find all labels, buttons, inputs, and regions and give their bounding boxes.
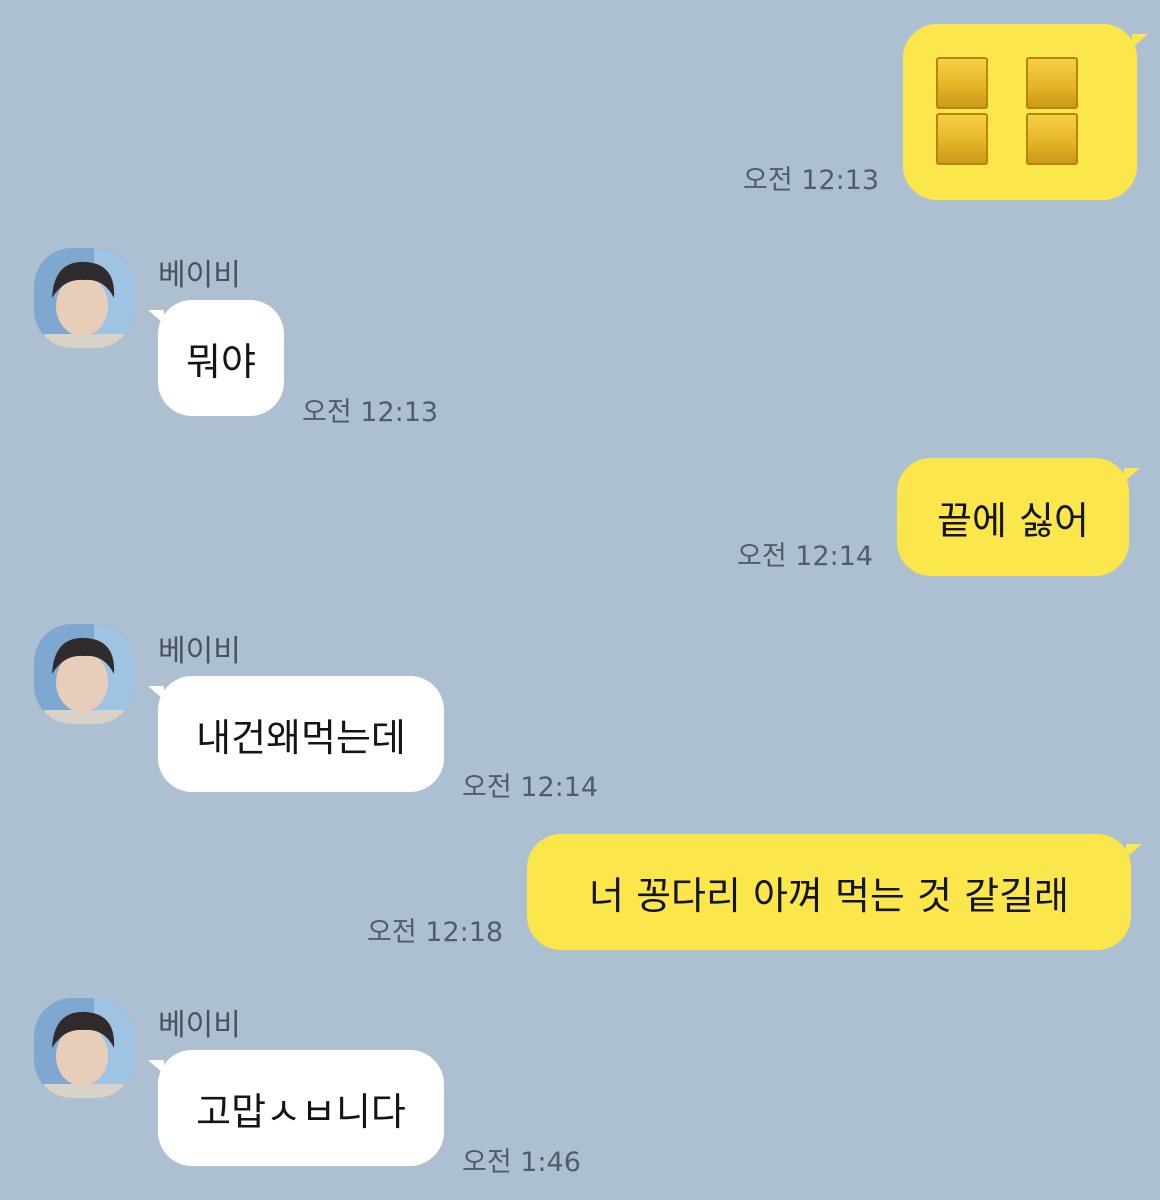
- block-emoji-icon: [903, 24, 1137, 200]
- message-time: 오전 12:18: [367, 917, 504, 948]
- message-time: 오전 12:14: [737, 541, 874, 572]
- sender-name: 베이비: [158, 1008, 241, 1043]
- my-message-bubble-emoji[interactable]: [903, 24, 1137, 200]
- bubble-tail: [1126, 844, 1142, 858]
- message-time: 오전 12:14: [462, 772, 599, 803]
- my-message-bubble[interactable]: 너 꽁다리 아껴 먹는 것 같길래: [527, 834, 1131, 950]
- bubble-tail: [1124, 468, 1140, 482]
- their-message-bubble[interactable]: 고맙ㅅㅂ니다: [158, 1050, 444, 1166]
- their-message-bubble[interactable]: 내건왜먹는데: [158, 676, 444, 792]
- bubble-tail: [148, 1060, 164, 1074]
- sender-name: 베이비: [158, 634, 241, 669]
- contact-avatar[interactable]: [34, 624, 134, 724]
- bubble-tail: [148, 310, 164, 324]
- contact-avatar[interactable]: [34, 248, 134, 348]
- sender-name: 베이비: [158, 258, 241, 293]
- message-time: 오전 1:46: [462, 1147, 581, 1178]
- my-message-bubble[interactable]: 끝에 싫어: [897, 458, 1129, 576]
- their-message-bubble[interactable]: 뭐야: [158, 300, 284, 416]
- bubble-tail: [1132, 34, 1148, 48]
- contact-avatar[interactable]: [34, 998, 134, 1098]
- bubble-tail: [148, 686, 164, 700]
- message-time: 오전 12:13: [302, 397, 439, 428]
- message-time: 오전 12:13: [743, 165, 880, 196]
